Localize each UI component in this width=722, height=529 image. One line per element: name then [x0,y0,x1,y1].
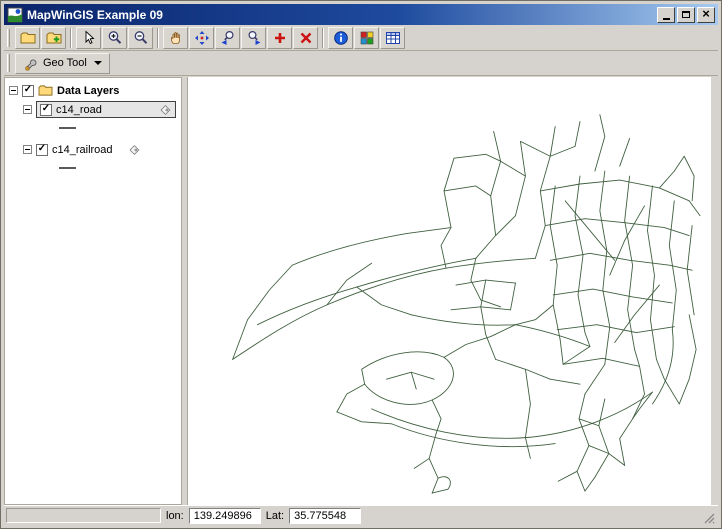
lon-label: lon: [166,510,184,522]
line-symbol [59,127,76,129]
collapse-icon[interactable] [23,105,32,114]
c14-railroad-legend [59,161,179,174]
zoom-previous-icon [220,30,236,46]
add-folder-icon [46,30,62,46]
zoom-next-icon [246,30,262,46]
info-icon [333,30,349,46]
c14-railroad-checkbox[interactable] [36,144,48,156]
road-network [233,115,700,493]
marker-add-button[interactable] [267,27,292,49]
lat-label: Lat: [266,510,284,522]
lat-input[interactable] [289,508,361,524]
marker-add-icon [272,30,288,46]
toolbar-separator [157,28,159,48]
lon-input[interactable] [189,508,261,524]
c14-road-label: c14_road [56,104,102,116]
attribute-table-icon [385,30,401,46]
data-layers-checkbox[interactable] [22,85,34,97]
window-controls: × [657,7,715,23]
data-layers-label: Data Layers [57,85,119,97]
add-layer-button[interactable] [41,27,66,49]
collapse-icon[interactable] [23,145,32,154]
content-area: Data Layers c14_road [4,77,718,505]
zoom-out-button[interactable] [128,27,153,49]
resize-grip[interactable] [702,511,716,525]
folder-icon [38,84,53,97]
line-symbol [59,167,76,169]
selected-layer-row[interactable]: c14_road [36,101,176,118]
toolbar-separator [322,28,324,48]
info-button[interactable] [328,27,353,49]
c14-road-checkbox[interactable] [40,104,52,116]
status-bar: lon: Lat: [4,505,718,525]
main-toolbar [4,25,718,51]
c14-road-legend [59,121,179,134]
geo-toolbar: Geo Tool [4,51,718,76]
titlebar[interactable]: MapWinGIS Example 09 × [4,4,718,25]
geo-tool-label: Geo Tool [43,57,87,69]
tree-node-data-layers[interactable]: Data Layers [9,82,179,99]
toolbar-separator [70,28,72,48]
close-icon: × [702,9,710,19]
pan-tool-button[interactable] [163,27,188,49]
pointer-tool-button[interactable] [76,27,101,49]
marker-remove-button[interactable] [293,27,318,49]
collapse-icon[interactable] [9,86,18,95]
geo-tool-icon [23,56,38,71]
map-canvas[interactable] [188,77,711,505]
app-window: MapWinGIS Example 09 × [0,0,722,529]
attribute-table-button[interactable] [380,27,405,49]
tag-icon[interactable] [158,103,172,117]
open-folder-icon [20,30,36,46]
maximize-icon [682,11,690,18]
maximize-button[interactable] [677,7,695,23]
zoom-previous-button[interactable] [215,27,240,49]
c14-railroad-label: c14_railroad [52,144,113,156]
symbology-icon [359,30,375,46]
minimize-icon [663,18,670,20]
close-button[interactable]: × [697,7,715,23]
marker-remove-icon [298,30,314,46]
toolbar-grip[interactable] [7,29,10,47]
toolbar-grip[interactable] [7,54,10,72]
cursor-icon [81,30,97,46]
tag-icon[interactable] [127,143,141,157]
symbology-button[interactable] [354,27,379,49]
tree-node-c14-road[interactable]: c14_road [23,101,179,118]
zoom-extent-button[interactable] [189,27,214,49]
layers-panel: Data Layers c14_road [4,77,182,505]
status-message-panel [6,508,161,523]
window-title: MapWinGIS Example 09 [27,8,653,22]
zoom-extent-icon [194,30,210,46]
geo-tool-button[interactable]: Geo Tool [15,53,110,74]
open-project-button[interactable] [15,27,40,49]
map-area[interactable] [187,77,711,505]
app-icon [7,7,23,23]
zoom-next-button[interactable] [241,27,266,49]
minimize-button[interactable] [657,7,675,23]
zoom-in-icon [107,30,123,46]
right-margin [711,77,718,505]
hand-icon [168,30,184,46]
zoom-out-icon [133,30,149,46]
chevron-down-icon [94,61,102,65]
zoom-in-button[interactable] [102,27,127,49]
tree-node-c14-railroad[interactable]: c14_railroad [23,141,179,158]
